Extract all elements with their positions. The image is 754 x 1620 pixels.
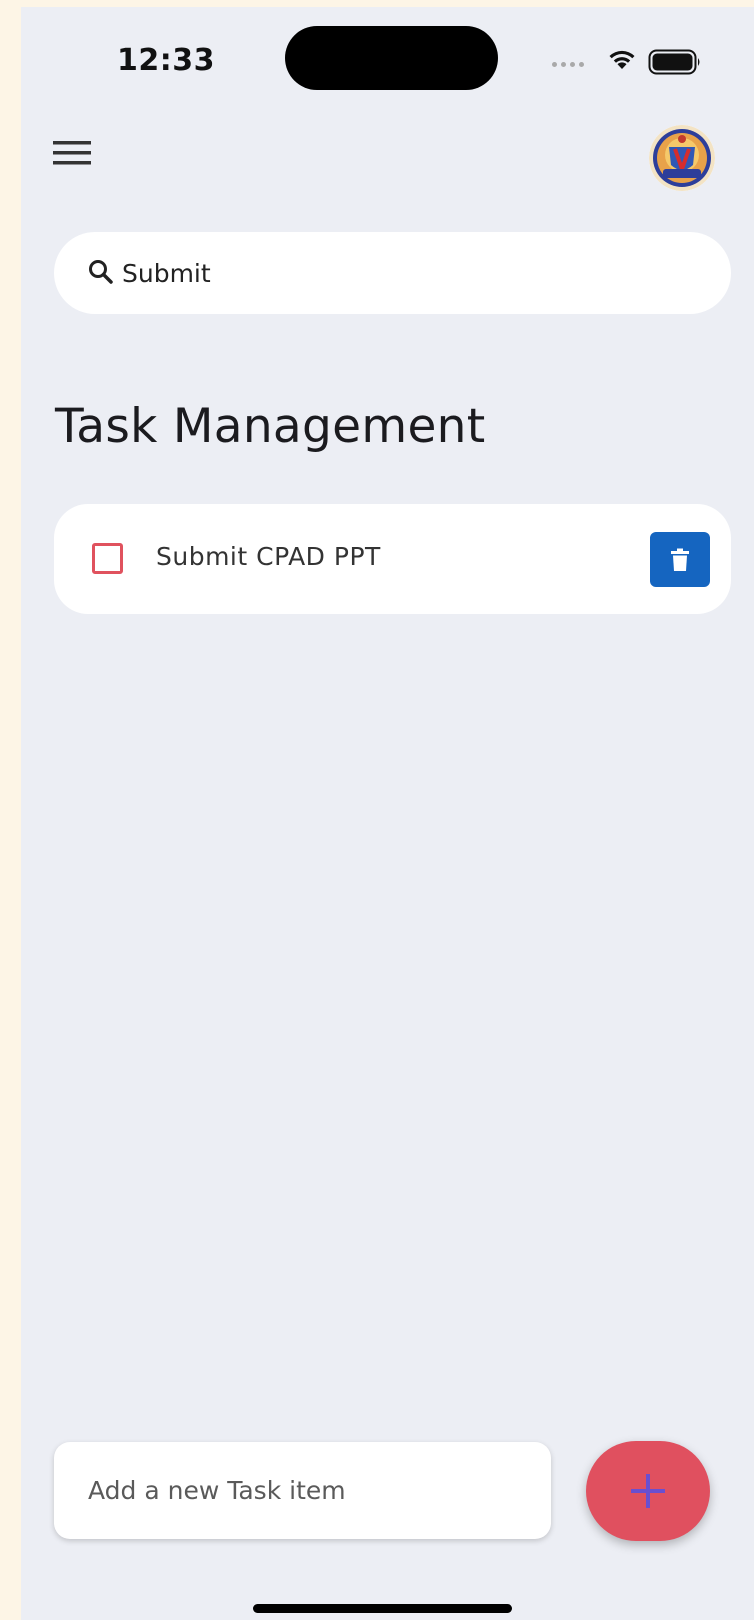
cellular-signal-icon: [552, 62, 584, 67]
menu-button[interactable]: [51, 137, 95, 173]
add-task-button[interactable]: [586, 1441, 710, 1541]
trash-icon: [671, 548, 689, 571]
new-task-input[interactable]: [88, 1442, 528, 1539]
app-screen: 12:33 Submit Task Management Submit CPAD…: [21, 7, 754, 1620]
avatar[interactable]: [649, 125, 715, 191]
status-time: 12:33: [117, 43, 215, 78]
task-item: Submit CPAD PPT: [54, 504, 731, 614]
page-title: Task Management: [55, 399, 486, 454]
search-bar[interactable]: [54, 232, 731, 314]
search-icon: [89, 260, 113, 284]
hamburger-menu-icon: [53, 141, 91, 165]
university-crest-icon: [649, 125, 715, 191]
battery-icon: [648, 49, 700, 75]
delete-task-button[interactable]: [650, 532, 710, 587]
plus-icon: [631, 1474, 665, 1508]
search-input[interactable]: [122, 232, 682, 314]
home-indicator: [253, 1604, 512, 1613]
dynamic-island: [285, 26, 498, 90]
task-label: Submit CPAD PPT: [156, 542, 381, 571]
task-checkbox[interactable]: [92, 543, 123, 574]
wifi-icon: [609, 50, 635, 69]
new-task-field[interactable]: [54, 1442, 551, 1539]
